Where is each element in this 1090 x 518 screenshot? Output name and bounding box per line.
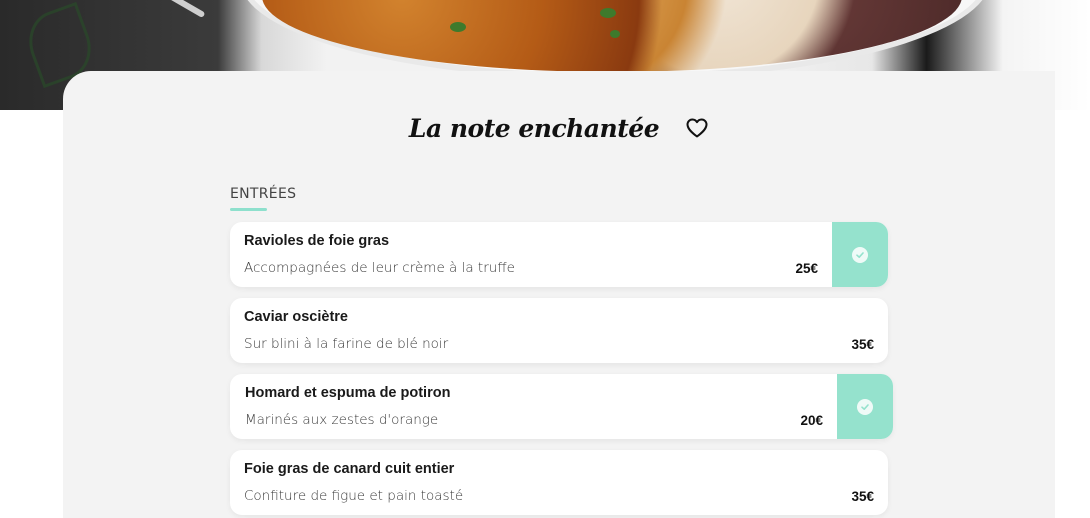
herb-garnish	[600, 8, 616, 18]
menu-item-price: 35€	[851, 489, 874, 504]
fork-image	[124, 0, 206, 19]
heart-icon[interactable]	[685, 116, 709, 140]
menu-item-description: Accompagnées de leur crème à la truffe	[244, 260, 515, 276]
menu-item-name: Caviar osciètre	[244, 309, 348, 325]
menu-item-card[interactable]: Caviar osciètre Sur blini à la farine de…	[230, 298, 888, 363]
menu-item-price: 20€	[800, 413, 823, 428]
selected-indicator[interactable]	[832, 222, 888, 287]
herb-garnish	[450, 22, 466, 32]
menu-item-name: Foie gras de canard cuit entier	[244, 461, 455, 477]
selected-indicator[interactable]	[837, 374, 893, 439]
menu-item-price: 25€	[795, 261, 818, 276]
menu-item-description: Confiture de figue et pain toasté	[244, 488, 464, 504]
menu-item-description: Marinés aux zestes d'orange	[245, 412, 439, 428]
menu-item-card[interactable]: Homard et espuma de potiron Marinés aux …	[230, 374, 893, 439]
menu-item-name: Ravioles de foie gras	[244, 233, 390, 249]
check-icon	[857, 398, 873, 415]
restaurant-header: La note enchantée	[63, 108, 1055, 148]
menu-item-card[interactable]: Foie gras de canard cuit entier Confitur…	[230, 450, 888, 515]
section-title-entrees: ENTRÉES	[230, 186, 297, 202]
check-icon	[852, 246, 868, 263]
menu-item-name: Homard et espuma de potiron	[245, 385, 451, 401]
menu-item-card[interactable]: Ravioles de foie gras Accompagnées de le…	[230, 222, 888, 287]
section-underline	[230, 208, 267, 211]
menu-item-price: 35€	[851, 337, 874, 352]
restaurant-name: La note enchantée	[408, 113, 660, 143]
menu-item-description: Sur blini à la farine de blé noir	[244, 336, 449, 352]
herb-garnish	[610, 30, 620, 38]
